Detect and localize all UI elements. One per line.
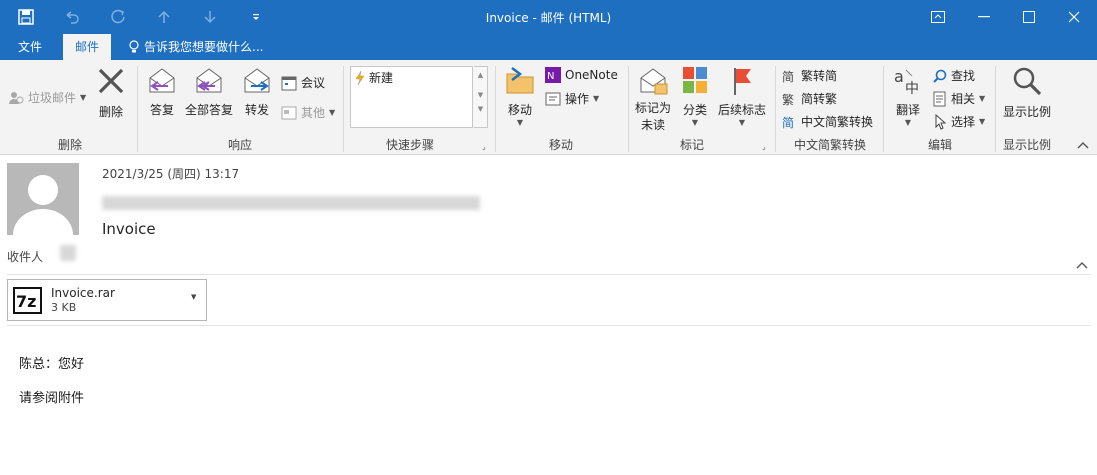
group-separator xyxy=(883,66,884,152)
attachment-card[interactable]: 7z Invoice.rar 3 KB ▼ xyxy=(7,279,207,321)
translate-button[interactable]: a中 翻译 ▼ xyxy=(889,66,927,127)
group-separator xyxy=(137,66,138,152)
tell-me-box[interactable]: 告诉我您想要做什么... xyxy=(128,34,263,60)
envelope-unread-icon xyxy=(640,68,668,95)
group-label-chinese: 中文简繁转换 xyxy=(793,138,866,152)
forward-icon xyxy=(244,68,270,93)
group-separator xyxy=(343,66,344,152)
group-label-tags: 标记 xyxy=(679,138,704,152)
group-label-delete: 删除 xyxy=(57,138,82,152)
magnifier-icon xyxy=(1013,67,1042,96)
attachment-dropdown-icon[interactable]: ▼ xyxy=(191,293,196,301)
body-line-see-attachment: 请参阅附件 xyxy=(19,391,85,406)
divider xyxy=(7,325,1091,326)
attachment-size: 3 KB xyxy=(51,301,77,314)
collapse-ribbon-icon[interactable] xyxy=(1077,138,1089,152)
cursor-icon xyxy=(935,113,947,130)
reply-button[interactable]: 答复 xyxy=(144,66,180,118)
search-icon xyxy=(933,69,947,83)
message-subject: Invoice xyxy=(102,220,156,238)
tab-message[interactable]: 邮件 xyxy=(63,34,112,60)
svg-text:繁: 繁 xyxy=(782,92,794,107)
divider xyxy=(7,274,1091,275)
collapse-header-icon[interactable] xyxy=(1076,258,1088,272)
reply-all-icon xyxy=(196,68,222,93)
junk-button[interactable]: 垃圾邮件 ▼ xyxy=(8,89,86,106)
categorize-button[interactable]: 分类 ▼ xyxy=(679,66,711,127)
move-folder-icon xyxy=(506,67,534,94)
actions-button[interactable]: 操作 ▼ xyxy=(545,90,599,107)
group-label-respond: 响应 xyxy=(227,138,252,152)
reply-icon xyxy=(149,68,175,93)
sender-avatar xyxy=(7,163,79,235)
tell-me-text: 告诉我您想要做什么... xyxy=(144,40,264,54)
mark-unread-button[interactable]: 标记为 未读 xyxy=(633,66,673,133)
to-label: 收件人 xyxy=(7,250,44,264)
follow-up-button[interactable]: 后续标志 ▼ xyxy=(716,66,768,127)
dialog-launcher-icon[interactable]: ⌟ xyxy=(482,142,486,151)
to-traditional-button[interactable]: 繁 简转繁 xyxy=(781,90,837,107)
chinese-convert-icon: 简 xyxy=(782,116,794,130)
forward-button[interactable]: 转发 xyxy=(239,66,275,118)
dialog-launcher-icon[interactable]: ⌟ xyxy=(762,142,766,151)
select-button[interactable]: 选择 ▼ xyxy=(933,113,985,130)
flag-icon xyxy=(734,68,751,95)
reply-all-button[interactable]: 全部答复 xyxy=(183,66,235,118)
group-label-editing: 编辑 xyxy=(927,138,952,152)
recipient-redacted xyxy=(60,245,76,261)
svg-text:简: 简 xyxy=(782,70,794,84)
more-icon xyxy=(281,106,297,119)
to-simplified-button[interactable]: 简 繁转简 xyxy=(781,67,837,84)
ribbon: 垃圾邮件 ▼ 删除 删除 答复 全部答复 转发 会议 其他 ▼ 响应 新建 ▲ ▼ … xyxy=(0,60,1097,155)
message-date: 2021/3/25 (周四) 13:17 xyxy=(102,167,240,181)
categorize-icon xyxy=(683,67,707,93)
svg-text:7z: 7z xyxy=(16,292,36,311)
related-icon xyxy=(933,91,946,106)
group-label-zoom: 显示比例 xyxy=(1002,138,1051,152)
quick-steps-scroll[interactable]: ▲ ▼ ▼ xyxy=(474,66,488,128)
zoom-button[interactable]: 显示比例 xyxy=(1001,66,1053,120)
onenote-icon: N xyxy=(545,67,561,83)
related-button[interactable]: 相关 ▼ xyxy=(933,90,985,107)
svg-text:N: N xyxy=(547,71,554,82)
tab-file[interactable]: 文件 xyxy=(6,34,54,60)
title-bar: Invoice - 邮件 (HTML) xyxy=(0,0,1097,34)
sender-address-redacted xyxy=(102,196,480,210)
traditional-to-simplified-icon: 简 xyxy=(782,70,794,84)
ribbon-display-options-icon[interactable] xyxy=(918,4,958,30)
ribbon-tabs: 文件 邮件 告诉我您想要做什么... xyxy=(0,34,1097,60)
quick-step-new[interactable]: 新建 xyxy=(355,69,393,86)
simplified-to-traditional-icon: 繁 xyxy=(782,92,794,107)
translate-icon: a中 xyxy=(894,67,919,97)
minimize-button[interactable] xyxy=(964,4,1004,30)
group-separator xyxy=(775,66,776,152)
lightning-icon xyxy=(355,70,365,85)
delete-x-icon xyxy=(98,68,124,94)
delete-button[interactable]: 删除 xyxy=(93,66,129,120)
move-button[interactable]: 移动 ▼ xyxy=(501,66,539,127)
svg-text:a: a xyxy=(894,67,904,86)
group-separator xyxy=(495,66,496,152)
calendar-icon xyxy=(281,76,297,90)
junk-icon xyxy=(9,91,24,104)
actions-icon xyxy=(545,92,561,105)
quick-steps-gallery[interactable]: 新建 xyxy=(350,66,473,128)
onenote-button[interactable]: N OneNote xyxy=(545,67,618,83)
group-label-quick-steps: 快速步骤 xyxy=(385,138,434,152)
svg-text:简: 简 xyxy=(782,116,794,130)
svg-text:中: 中 xyxy=(905,81,919,96)
group-label-move: 移动 xyxy=(548,138,573,152)
body-line-greeting: 陈总：您好 xyxy=(19,357,85,372)
close-button[interactable] xyxy=(1054,4,1094,30)
lightbulb-icon xyxy=(129,40,139,53)
attachment-name: Invoice.rar xyxy=(51,286,115,300)
7z-icon: 7z xyxy=(13,287,42,314)
find-button[interactable]: 查找 xyxy=(933,67,975,84)
maximize-button[interactable] xyxy=(1009,4,1049,30)
chinese-convert-button[interactable]: 简 中文简繁转换 xyxy=(781,113,873,130)
group-separator xyxy=(628,66,629,152)
more-respond-button[interactable]: 其他 ▼ xyxy=(281,104,335,121)
meeting-button[interactable]: 会议 xyxy=(281,74,325,91)
